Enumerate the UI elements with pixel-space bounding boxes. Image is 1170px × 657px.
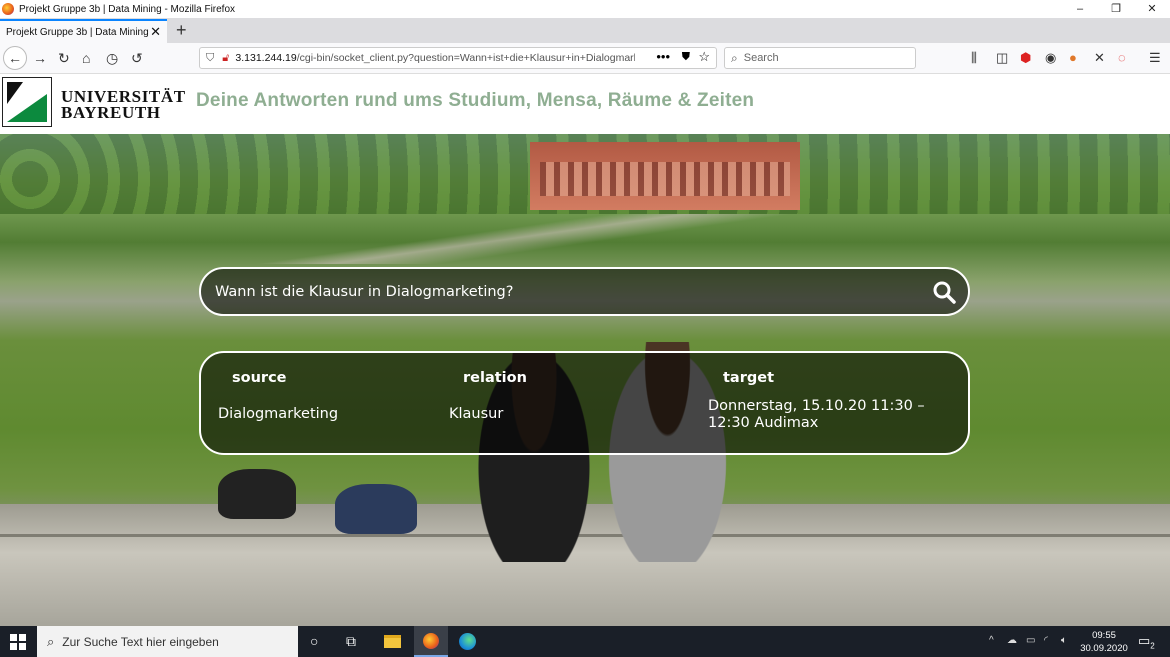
bookmark-star-icon[interactable]: ☆ — [698, 49, 710, 65]
browser-search-placeholder: Search — [743, 52, 779, 64]
window-controls: – ❐ ✕ — [1062, 0, 1170, 18]
cell-target: Donnerstag, 15.10.20 11:30 – 12:30 Audim… — [708, 398, 925, 432]
page-header: UNIVERSITÄT BAYREUTH Deine Antworten run… — [0, 74, 1170, 134]
close-tab-icon[interactable]: ✕ — [150, 24, 161, 40]
firefox-icon — [2, 3, 14, 15]
pocket-icon[interactable]: ⛊ — [682, 51, 690, 64]
extension-icon[interactable]: ● — [1069, 50, 1077, 65]
backpack-black — [218, 469, 296, 519]
insecure-lock-icon[interactable]: 🔓︎ — [222, 52, 229, 65]
restore-button[interactable]: ❐ — [1098, 0, 1134, 18]
url-text[interactable]: 3.131.244.19/cgi-bin/socket_client.py?qu… — [235, 52, 635, 64]
cell-target-line1: Donnerstag, 15.10.20 11:30 – — [708, 398, 925, 414]
campus-building — [530, 142, 800, 210]
header-target: target — [723, 370, 775, 386]
tracking-shield-icon[interactable]: ⛉ — [206, 52, 214, 65]
page-actions-icon[interactable]: ••• — [656, 49, 670, 64]
answer-panel: source relation target Dialogmarketing K… — [199, 351, 970, 455]
minimize-button[interactable]: – — [1062, 0, 1098, 18]
university-line2: BAYREUTH — [61, 103, 161, 122]
question-search-box — [199, 267, 970, 316]
help-icon[interactable]: ◌ — [1118, 50, 1126, 65]
firefox-taskbar-app[interactable] — [414, 626, 448, 657]
back-button[interactable]: ← — [3, 46, 27, 70]
campus-path — [0, 214, 1170, 264]
new-tab-button[interactable]: + — [176, 18, 187, 43]
close-window-button[interactable]: ✕ — [1134, 0, 1170, 18]
taskbar-search[interactable]: ⌕ Zur Suche Text hier eingeben — [37, 626, 298, 657]
university-logo[interactable] — [2, 77, 52, 127]
tab-active[interactable]: Projekt Gruppe 3b | Data Mining ✕ — [0, 19, 167, 43]
window-title: Projekt Gruppe 3b | Data Mining - Mozill… — [19, 3, 236, 15]
windows-taskbar: ⌕ Zur Suche Text hier eingeben ○ ⧉ ^ ☁ ▭… — [0, 626, 1170, 657]
search-icon[interactable] — [932, 280, 956, 304]
volume-icon[interactable]: 🔈︎ — [1061, 635, 1067, 646]
home-button[interactable]: ⌂ — [82, 49, 90, 67]
extension-x-icon[interactable]: ✕ — [1094, 50, 1105, 66]
cell-source: Dialogmarketing — [218, 406, 339, 422]
history-icon[interactable]: ◷ — [106, 49, 118, 67]
cell-relation: Klausur — [449, 406, 504, 422]
reload-button[interactable]: ↻ — [58, 49, 70, 67]
notification-center-icon[interactable]: ▭2 — [1138, 633, 1155, 651]
window-titlebar: Projekt Gruppe 3b | Data Mining - Mozill… — [0, 0, 1170, 18]
task-view-icon[interactable]: ⧉ — [346, 633, 356, 650]
account-icon[interactable]: ◉ — [1045, 50, 1056, 66]
university-name: UNIVERSITÄT BAYREUTH — [61, 88, 186, 122]
cortana-icon[interactable]: ○ — [310, 633, 318, 649]
clock-date: 30.09.2020 — [1080, 643, 1128, 654]
taskbar-clock[interactable]: 09:55 30.09.2020 — [1080, 629, 1128, 655]
page-tagline: Deine Antworten rund ums Studium, Mensa,… — [196, 90, 755, 111]
library-icon[interactable]: ⫼ — [971, 50, 977, 66]
taskbar-search-icon: ⌕ — [47, 633, 55, 649]
recent-icon[interactable]: ↺ — [131, 49, 143, 67]
menu-icon[interactable]: ☰ — [1149, 50, 1161, 66]
sidebar-icon[interactable]: ◫ — [996, 50, 1008, 66]
taskbar-search-placeholder: Zur Suche Text hier eingeben — [62, 634, 219, 649]
tab-label: Projekt Gruppe 3b | Data Mining — [6, 26, 149, 38]
search-icon: ⌕ — [731, 50, 738, 65]
battery-icon[interactable]: ▭ — [1026, 635, 1035, 646]
notification-count: 2 — [1150, 641, 1155, 651]
navigation-bar: ← → ↻ ⌂ ◷ ↺ ⛉ 🔓︎ 3.131.244.19/cgi-bin/so… — [0, 43, 1170, 74]
backpack-blue — [335, 484, 417, 534]
cloud-icon[interactable]: ☁ — [1007, 635, 1017, 646]
header-source: source — [232, 370, 287, 386]
file-explorer-icon[interactable] — [384, 635, 401, 648]
edge-icon[interactable] — [459, 633, 476, 650]
clock-time: 09:55 — [1092, 630, 1116, 641]
browser-search-bar[interactable]: ⌕ Search — [724, 47, 916, 69]
forward-button[interactable]: → — [33, 49, 47, 67]
wifi-icon[interactable]: ◜ — [1044, 635, 1048, 646]
question-input[interactable] — [215, 269, 915, 314]
address-bar[interactable]: ⛉ 🔓︎ 3.131.244.19/cgi-bin/socket_client.… — [199, 47, 717, 69]
tray-chevron-icon[interactable]: ^ — [989, 635, 994, 646]
start-button[interactable] — [10, 634, 26, 650]
cell-target-line2: 12:30 Audimax — [708, 415, 819, 431]
adblock-icon[interactable]: ⬢ — [1020, 50, 1031, 66]
header-relation: relation — [463, 370, 527, 386]
firefox-taskbar-icon — [423, 633, 439, 649]
